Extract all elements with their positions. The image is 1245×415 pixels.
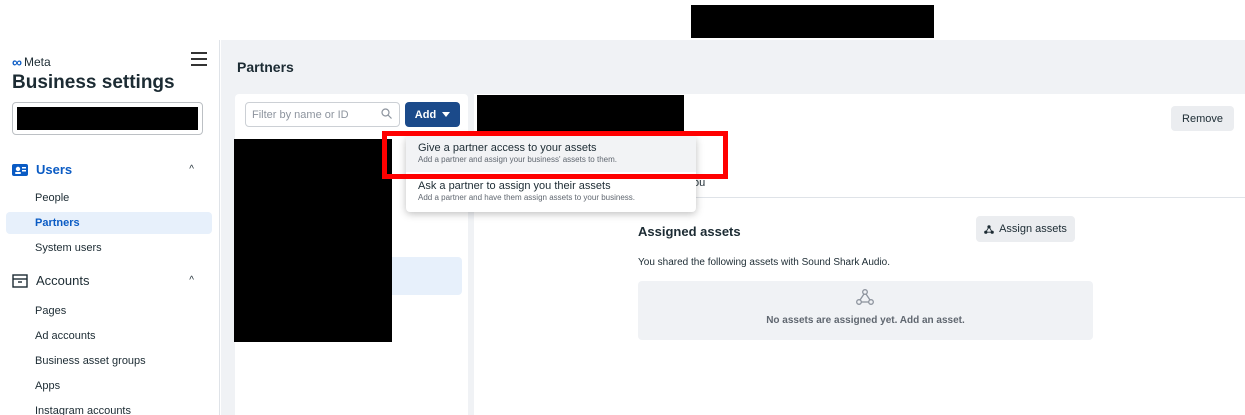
assigned-assets-title: Assigned assets [638, 224, 741, 239]
menu-icon[interactable] [191, 52, 207, 66]
search-icon [381, 108, 392, 119]
assigned-assets-card: Assigned assets Assign assets You shared… [474, 199, 1245, 415]
business-selector[interactable] [12, 102, 203, 135]
assets-empty-icon [856, 289, 874, 305]
sidebar: ∞ Meta Business settings Users ^ People … [0, 40, 220, 415]
page-title: Partners [237, 59, 294, 75]
empty-assets-box: No assets are assigned yet. Add an asset… [638, 281, 1093, 340]
assign-assets-label: Assign assets [999, 223, 1067, 235]
section-accounts[interactable]: Accounts ^ [12, 273, 202, 288]
meta-brand-text: Meta [23, 55, 51, 69]
chevron-up-icon[interactable]: ^ [189, 275, 194, 286]
section-users[interactable]: Users ^ [12, 162, 202, 177]
remove-button[interactable]: Remove [1171, 106, 1234, 131]
page-title-business-settings: Business settings [12, 72, 175, 93]
sidebar-item-pages[interactable]: Pages [6, 300, 212, 322]
shared-assets-text: You shared the following assets with Sou… [638, 257, 891, 268]
caret-down-icon [442, 112, 451, 117]
partner-detail-body: Assigned assets Assign assets You shared… [474, 199, 1245, 415]
chevron-up-icon[interactable]: ^ [189, 164, 194, 175]
redacted-header-block [691, 5, 934, 38]
sidebar-item-apps[interactable]: Apps [6, 375, 212, 397]
users-icon [12, 163, 28, 176]
sidebar-item-business-asset-groups[interactable]: Business asset groups [6, 350, 212, 372]
sidebar-item-instagram-accounts[interactable]: Instagram accounts [6, 400, 212, 415]
sidebar-item-partners[interactable]: Partners [6, 212, 212, 234]
sidebar-item-system-users[interactable]: System users [6, 237, 212, 259]
add-button-label: Add [414, 108, 437, 121]
filter-placeholder: Filter by name or ID [252, 109, 349, 121]
redacted-partner-list [234, 139, 392, 342]
section-users-label: Users [36, 162, 73, 177]
section-accounts-label: Accounts [36, 273, 90, 288]
redacted-business-name [17, 107, 198, 130]
sidebar-item-ad-accounts[interactable]: Ad accounts [6, 325, 212, 347]
assign-assets-button[interactable]: Assign assets [976, 216, 1075, 242]
menu-item-title: Ask a partner to assign you their assets [418, 180, 611, 192]
meta-infinity-icon: ∞ [12, 54, 22, 70]
archive-icon [12, 273, 28, 288]
empty-assets-text: No assets are assigned yet. Add an asset… [766, 315, 965, 326]
sidebar-item-people[interactable]: People [6, 187, 212, 209]
meta-logo: ∞ Meta [12, 54, 51, 70]
add-button[interactable]: Add [405, 102, 460, 127]
share-nodes-icon [984, 224, 994, 234]
menu-item-request-assets[interactable]: Ask a partner to assign you their assets… [406, 174, 696, 210]
highlight-annotation-box [382, 131, 728, 179]
filter-input[interactable]: Filter by name or ID [245, 102, 400, 127]
menu-item-subtitle: Add a partner and have them assign asset… [418, 193, 636, 202]
